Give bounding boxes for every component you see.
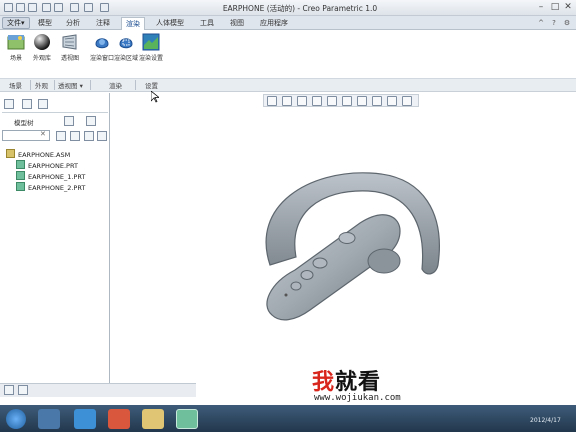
saved-views-icon[interactable] <box>342 96 352 106</box>
scene-icon <box>7 35 25 50</box>
render-window-icon <box>95 38 109 49</box>
zoom-in-icon[interactable] <box>282 96 292 106</box>
watermark-url: www.wojiukan.com <box>314 393 401 403</box>
zoom-out-icon[interactable] <box>297 96 307 106</box>
appearance-gallery-button[interactable]: 外观库 <box>30 32 54 80</box>
group-divider <box>90 80 91 90</box>
tree-item-earphone-2-prt[interactable]: EARPHONE_2.PRT <box>16 182 85 192</box>
tab-annotate[interactable]: 注释 <box>92 17 114 30</box>
mouse-cursor-icon <box>151 91 159 103</box>
clear-search-icon[interactable]: ✕ <box>40 130 46 138</box>
redo-icon[interactable] <box>54 3 63 12</box>
earphone-3d-model[interactable] <box>250 165 450 335</box>
watermark-logo: 我就看 <box>312 364 381 396</box>
watermark-black-text: 就看 <box>335 370 382 395</box>
scene-button[interactable]: 场景 <box>4 32 28 80</box>
display-style-icon[interactable] <box>327 96 337 106</box>
ribbon-tab-bar: 文件▾ 模型 分析 注释 渲染 人体模型 工具 视图 应用程序 ^ ? ⚙ <box>0 16 576 30</box>
settings-gear-icon[interactable]: ⚙ <box>562 18 572 28</box>
creo-taskbar-icon[interactable] <box>176 409 198 429</box>
filter-icon[interactable] <box>84 131 94 141</box>
window-title: EARPHONE (活动的) - Creo Parametric 1.0 <box>222 4 378 13</box>
collapse-ribbon-icon[interactable]: ^ <box>536 18 546 28</box>
model-tree-title: 模型树 <box>14 119 34 127</box>
appearance-label: 外观库 <box>32 55 51 62</box>
folder-icon[interactable] <box>142 409 164 429</box>
datum-display-icon[interactable] <box>387 96 397 106</box>
tab-applications[interactable]: 应用程序 <box>256 17 292 30</box>
perspective-icon <box>62 34 77 50</box>
toggle-browser-icon[interactable] <box>18 385 28 395</box>
windows-explorer-icon[interactable] <box>38 409 60 429</box>
view-manager-icon[interactable] <box>357 96 367 106</box>
assembly-icon <box>6 149 15 158</box>
system-clock: 2012/4/17 <box>530 417 561 424</box>
tree-show-icon[interactable] <box>86 116 96 126</box>
repaint-icon[interactable] <box>312 96 322 106</box>
open-file-icon[interactable] <box>16 3 25 12</box>
spin-center-icon[interactable] <box>402 96 412 106</box>
tree-item-earphone-1-prt[interactable]: EARPHONE_1.PRT <box>16 171 85 181</box>
favorites-tab-icon[interactable] <box>38 99 48 109</box>
part-icon <box>16 182 25 191</box>
group-appearance: 外观 <box>35 82 48 90</box>
graphics-view-toolbar <box>263 94 419 107</box>
model-tree-tab-icon[interactable] <box>4 99 14 109</box>
tab-model[interactable]: 模型 <box>34 17 56 30</box>
group-divider <box>30 80 31 90</box>
group-divider <box>54 80 55 90</box>
render-settings-label: 渲染设置 <box>139 55 164 62</box>
folder-browser-tab-icon[interactable] <box>22 99 32 109</box>
part-icon <box>16 160 25 169</box>
group-perspective[interactable]: 透视图 ▾ <box>58 80 83 90</box>
tab-analysis[interactable]: 分析 <box>62 17 84 30</box>
render-window-button[interactable]: 渲染窗口 <box>90 32 114 80</box>
tree-settings-icon[interactable] <box>64 116 74 126</box>
scene-label: 场景 <box>9 55 22 62</box>
minimize-button[interactable]: – <box>534 2 548 13</box>
find-icon[interactable] <box>70 131 80 141</box>
tree-item-earphone-prt[interactable]: EARPHONE.PRT <box>16 160 78 170</box>
group-scene: 场景 <box>9 82 22 90</box>
tab-manikin[interactable]: 人体模型 <box>152 17 188 30</box>
regenerate-icon[interactable] <box>70 3 79 12</box>
appearance-sphere-icon <box>34 34 50 50</box>
refit-icon[interactable] <box>267 96 277 106</box>
close-button[interactable]: ✕ <box>561 2 575 13</box>
toggle-navigator-icon[interactable] <box>4 385 14 395</box>
internet-explorer-icon[interactable] <box>74 409 96 429</box>
render-settings-button[interactable]: 渲染设置 <box>139 32 163 80</box>
perspective-button[interactable]: 透视图 <box>58 32 82 80</box>
watermark-red-text: 我 <box>312 370 336 395</box>
media-player-icon[interactable] <box>108 409 130 429</box>
search-dropdown-icon[interactable] <box>56 131 66 141</box>
add-icon[interactable] <box>97 131 107 141</box>
maximize-button[interactable]: □ <box>548 2 562 13</box>
perspective-toggle-icon[interactable] <box>372 96 382 106</box>
tab-view[interactable]: 视图 <box>226 17 248 30</box>
group-settings: 设置 <box>145 82 158 90</box>
window-icon[interactable] <box>84 3 93 12</box>
undo-icon[interactable] <box>42 3 51 12</box>
ribbon-group-bar <box>0 78 576 91</box>
file-menu-button[interactable]: 文件▾ <box>2 17 30 29</box>
render-region-icon <box>119 38 133 49</box>
render-region-label: 渲染区域 <box>114 55 139 62</box>
help-icon[interactable]: ? <box>549 18 559 28</box>
divider <box>2 112 108 113</box>
save-icon[interactable] <box>28 3 37 12</box>
tab-render[interactable]: 渲染 <box>121 17 145 30</box>
close-window-icon[interactable] <box>100 3 109 12</box>
group-render: 渲染 <box>109 82 122 90</box>
part-icon <box>16 171 25 180</box>
perspective-label: 透视图 <box>60 55 79 62</box>
render-window-label: 渲染窗口 <box>90 55 115 62</box>
new-file-icon[interactable] <box>4 3 13 12</box>
group-divider <box>135 80 136 90</box>
render-settings-icon <box>142 33 160 51</box>
render-region-button[interactable]: 渲染区域 <box>114 32 138 80</box>
tree-item-earphone-asm[interactable]: EARPHONE.ASM <box>6 149 70 159</box>
start-button-icon[interactable] <box>6 409 26 429</box>
tab-tools[interactable]: 工具 <box>196 17 218 30</box>
